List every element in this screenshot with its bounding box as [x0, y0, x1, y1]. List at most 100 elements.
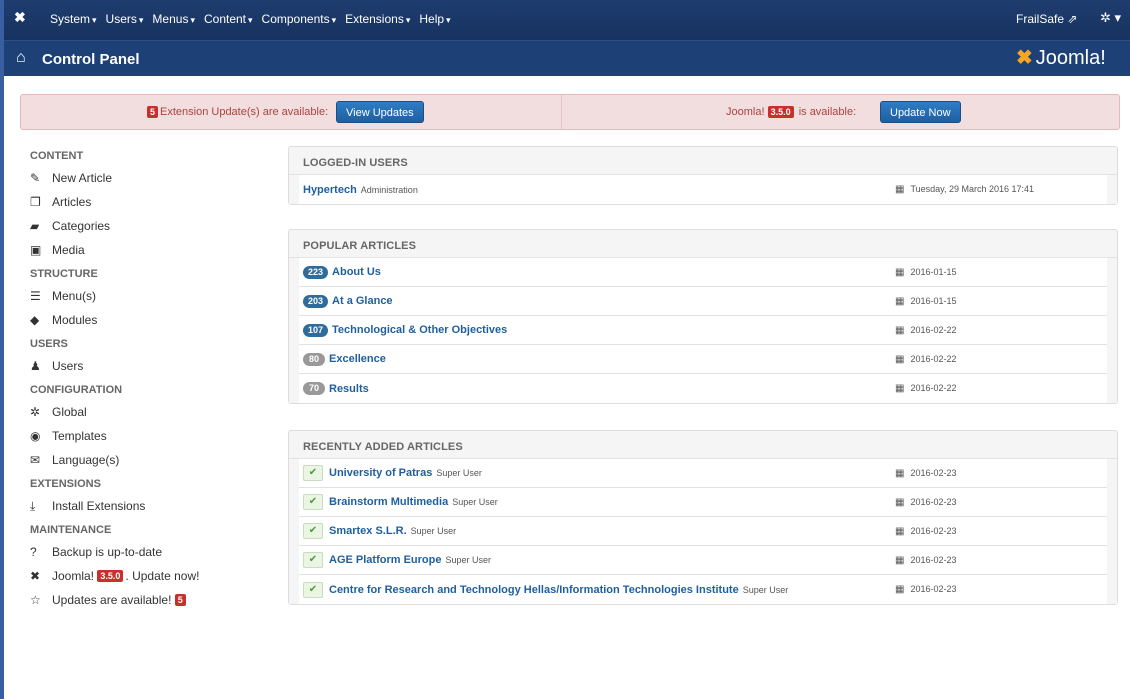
table-row: 70 Results ▦ 2016-02-22	[299, 374, 1107, 403]
article-author: Super User	[452, 497, 498, 507]
sidebar-item-users[interactable]: ♟ Users	[30, 354, 270, 378]
published-check-icon[interactable]: ✔	[303, 494, 323, 510]
pencil-icon: ✎	[30, 171, 41, 185]
download-icon: ⤓	[30, 498, 36, 513]
hits-badge: 223	[303, 265, 329, 279]
gear-icon: ✲	[30, 405, 41, 419]
published-check-icon[interactable]: ✔	[303, 552, 323, 568]
article-link[interactable]: Results	[329, 383, 369, 395]
article-link[interactable]: Excellence	[329, 353, 386, 365]
version-badge: 3.5.0	[767, 106, 794, 118]
panel-title: LOGGED-IN USERS	[289, 147, 1117, 175]
user-link[interactable]: Hypertech	[303, 184, 357, 196]
folder-icon: ▰	[30, 219, 40, 233]
calendar-icon: ▦	[895, 467, 905, 479]
calendar-icon: ▦	[895, 295, 905, 307]
sidebar-item-modules[interactable]: ◆ Modules	[30, 308, 270, 332]
cube-icon: ◆	[30, 313, 40, 327]
sidebar-item-updates-available[interactable]: ☆ Updates are available! 5	[30, 588, 270, 612]
menu-system[interactable]: System ▾	[50, 12, 97, 26]
extension-update-message: 5 Extension Update(s) are available:	[147, 106, 328, 118]
published-check-icon[interactable]: ✔	[303, 465, 323, 481]
article-link[interactable]: Centre for Research and Technology Hella…	[329, 584, 739, 596]
calendar-icon: ▦	[895, 266, 905, 278]
hits-badge: 107	[303, 323, 329, 337]
hits-badge: 203	[303, 294, 329, 308]
menu-content[interactable]: Content ▾	[204, 12, 253, 26]
table-row: 223 About Us ▦ 2016-01-15	[299, 258, 1107, 287]
article-author: Super User	[436, 468, 482, 478]
logged-in-users-panel: LOGGED-IN USERS Hypertech Administration…	[288, 146, 1118, 205]
article-author: Super User	[742, 584, 789, 595]
gear-icon[interactable]: ✲ ▾	[1100, 10, 1121, 26]
image-icon: ▣	[30, 243, 42, 257]
joomla-brand-logo: ✖ Joomla!	[1016, 47, 1106, 69]
updates-count-badge: 5	[174, 594, 186, 606]
joomla-update-alert: Joomla! 3.5.0 is available: Update Now	[562, 95, 1119, 129]
article-link[interactable]: Smartex S.L.R.	[329, 525, 407, 537]
joomla-logo-icon: ✖	[1016, 47, 1033, 69]
table-row: ✔ AGE Platform Europe Super User ▦ 2016-0…	[299, 546, 1107, 575]
joomla-logo-icon[interactable]: ✖	[14, 9, 26, 26]
published-check-icon[interactable]: ✔	[303, 581, 323, 598]
chevron-down-icon: ▾	[248, 15, 253, 25]
sidebar-heading-content: CONTENT	[30, 150, 84, 162]
menu-components[interactable]: Components ▾	[262, 12, 337, 26]
panel-title: POPULAR ARTICLES	[289, 230, 1117, 258]
chevron-down-icon: ▾	[405, 15, 411, 25]
article-author: Super User	[410, 526, 457, 536]
eye-icon: ◉	[30, 429, 41, 443]
home-icon: ⌂	[16, 49, 26, 66]
article-link[interactable]: About Us	[332, 266, 381, 278]
extension-count-badge: 5	[147, 106, 159, 118]
article-link[interactable]: Technological & Other Objectives	[332, 324, 507, 336]
calendar-icon: ▦	[895, 584, 905, 595]
menu-menus[interactable]: Menus ▾	[152, 12, 195, 26]
update-alert: 5 Extension Update(s) are available: View…	[20, 94, 1120, 130]
table-row: ✔ Smartex S.L.R. Super User ▦ 2016-02-23	[299, 517, 1107, 546]
article-link[interactable]: Brainstorm Multimedia	[329, 496, 448, 508]
sidebar-item-global[interactable]: ✲ Global	[30, 400, 270, 424]
panel-title: RECENTLY ADDED ARTICLES	[289, 431, 1117, 459]
sidebar-item-new-article[interactable]: ✎ New Article	[30, 166, 270, 190]
sidebar-item-categories[interactable]: ▰ Categories	[30, 214, 270, 238]
site-link[interactable]: FrailSafe ⇗	[1016, 12, 1077, 26]
table-row: ✔ University of Patras Super User ▦ 2016-…	[299, 459, 1107, 488]
menu-help[interactable]: Help ▾	[419, 12, 450, 26]
sidebar-item-install-extensions[interactable]: ⤓ Install Extensions	[30, 494, 270, 518]
table-row: Hypertech Administration ▦ Tuesday, 29 Ma…	[299, 175, 1107, 204]
chevron-down-icon: ▾	[190, 15, 195, 25]
sidebar-heading-configuration: CONFIGURATION	[30, 384, 123, 396]
sidebar-item-joomla-update[interactable]: ✖ Joomla! 3.5.0. Update now!	[30, 564, 270, 588]
sidebar-heading-structure: STRUCTURE	[30, 268, 98, 280]
hits-badge: 80	[303, 352, 325, 366]
sidebar-heading-maintenance: MAINTENANCE	[30, 524, 112, 536]
chevron-down-icon: ▾	[92, 15, 97, 25]
sidebar-item-backup[interactable]: ? Backup is up-to-date	[30, 540, 270, 564]
sidebar-item-menus[interactable]: ☰ Menu(s)	[30, 284, 270, 308]
article-link[interactable]: University of Patras	[329, 467, 432, 479]
menu-extensions[interactable]: Extensions ▾	[345, 12, 410, 26]
chevron-down-icon: ▾	[331, 15, 337, 25]
sidebar-item-templates[interactable]: ◉ Templates	[30, 424, 270, 448]
menu-users[interactable]: Users ▾	[106, 12, 144, 26]
sidebar-item-media[interactable]: ▣ Media	[30, 238, 270, 262]
recent-articles-panel: RECENTLY ADDED ARTICLES ✔ University of …	[288, 430, 1118, 605]
article-link[interactable]: AGE Platform Europe	[329, 554, 441, 566]
published-check-icon[interactable]: ✔	[303, 523, 323, 539]
sidebar-item-articles[interactable]: ❐ Articles	[30, 190, 270, 214]
sidebar-item-languages[interactable]: ✉ Language(s)	[30, 448, 270, 472]
article-link[interactable]: At a Glance	[332, 295, 393, 307]
view-updates-button[interactable]: View Updates	[336, 101, 424, 123]
joomla-update-message: Joomla! 3.5.0 is available:	[726, 106, 857, 118]
update-now-button[interactable]: Update Now	[880, 101, 961, 123]
chevron-down-icon: ▾	[446, 15, 451, 25]
page-header: ⌂ Control Panel ✖ Joomla!	[4, 40, 1130, 76]
list-icon: ☰	[30, 289, 41, 303]
table-row: 203 At a Glance ▦ 2016-01-15	[299, 287, 1107, 316]
table-row: 80 Excellence ▦ 2016-02-22	[299, 345, 1107, 374]
calendar-icon: ▦	[895, 554, 905, 566]
sidebar-heading-extensions: EXTENSIONS	[30, 478, 101, 490]
top-navbar: ✖ System ▾ Users ▾ Menus ▾ Content ▾ Compone…	[4, 0, 1130, 40]
version-badge: 3.5.0	[97, 570, 124, 582]
